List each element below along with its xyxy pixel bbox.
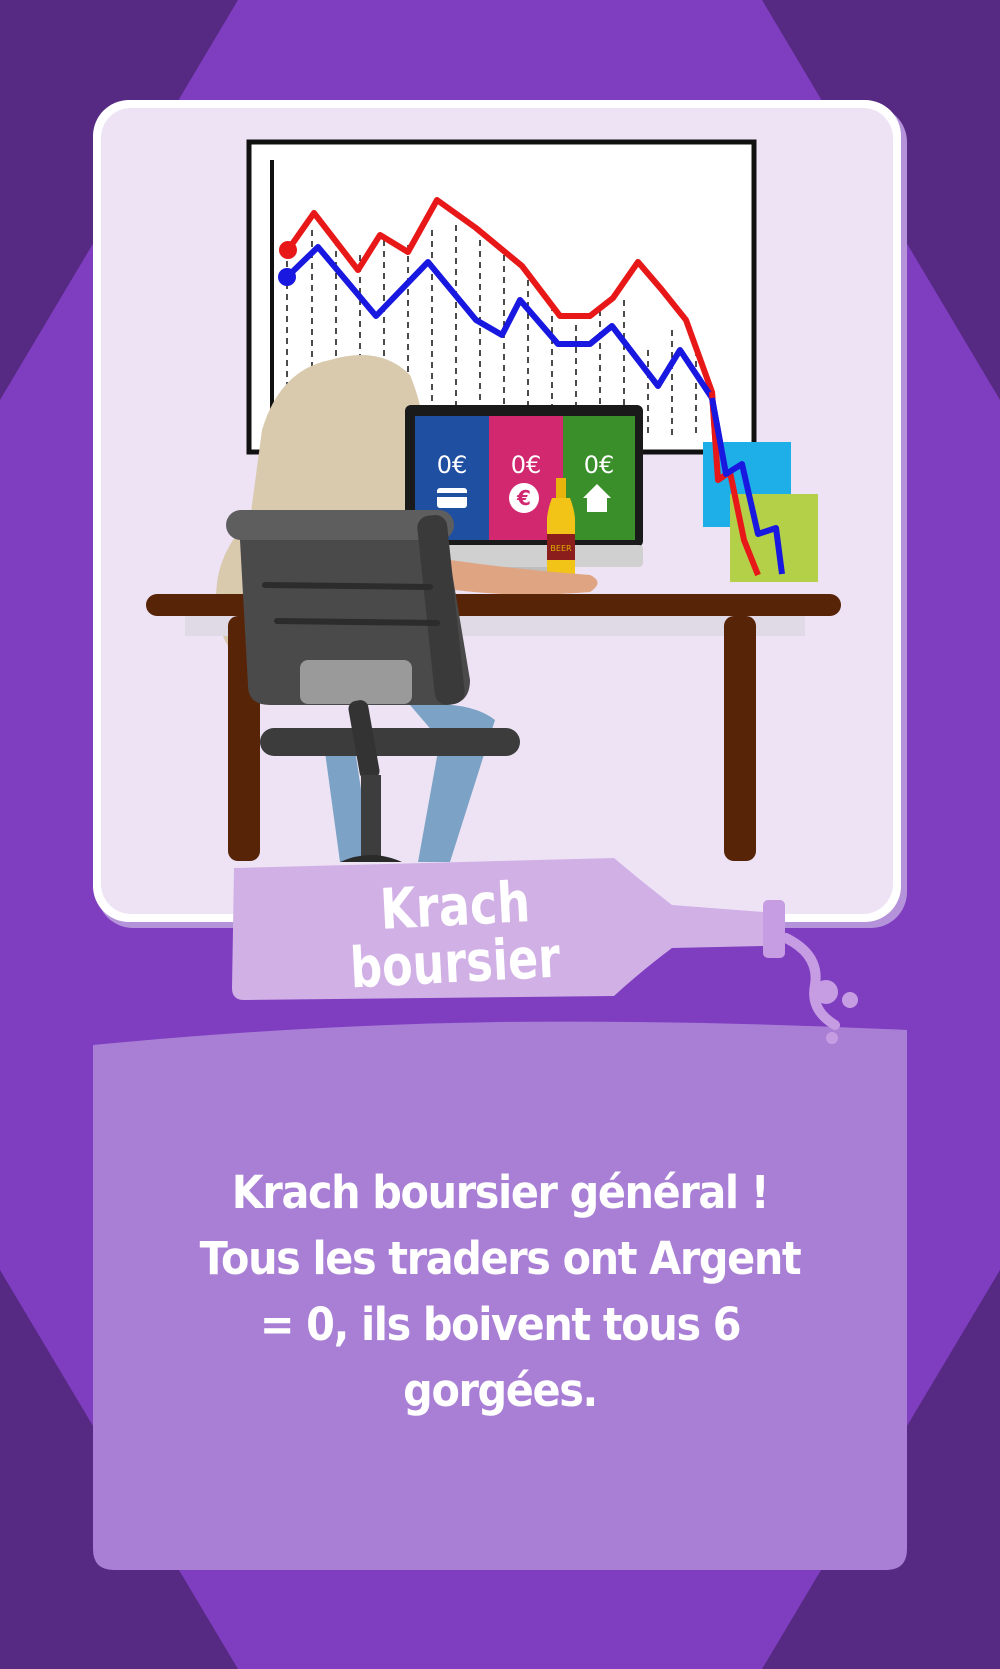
monitor-tile-house-value: 0€ xyxy=(584,451,615,479)
desk-leg-right xyxy=(724,616,756,861)
monitor-tile-card-value: 0€ xyxy=(437,451,468,479)
chart-red-start-dot xyxy=(279,241,297,259)
monitor-tile-euro-value: 0€ xyxy=(511,451,542,479)
credit-card-icon xyxy=(437,488,467,508)
euro-coin-icon: € xyxy=(509,483,539,513)
bottle-label: BEER xyxy=(550,544,572,553)
card-description: Krach boursier général ! Tous les trader… xyxy=(199,1166,802,1417)
svg-text:€: € xyxy=(516,486,531,510)
chart-blue-start-dot xyxy=(278,268,296,286)
card-title-line2: boursier xyxy=(349,926,562,1002)
